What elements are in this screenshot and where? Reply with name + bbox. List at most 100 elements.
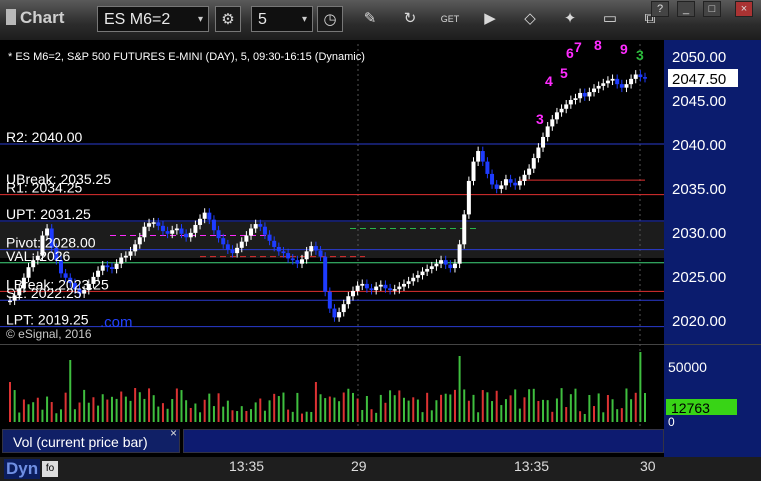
candle-body bbox=[480, 151, 485, 162]
candle-body bbox=[592, 88, 597, 93]
candle-body bbox=[295, 260, 300, 264]
volume-bar bbox=[393, 395, 396, 422]
volume-bar bbox=[583, 413, 586, 422]
volume-bar bbox=[324, 398, 327, 422]
volume-bar bbox=[444, 393, 447, 422]
volume-bar bbox=[634, 392, 637, 422]
candle-body bbox=[253, 224, 258, 229]
volume-bar bbox=[240, 406, 243, 422]
candle-body bbox=[249, 228, 254, 236]
volume-bar bbox=[268, 400, 271, 422]
volume-bar bbox=[620, 408, 623, 422]
volume-bar bbox=[110, 396, 113, 422]
volume-bar bbox=[301, 413, 304, 422]
candle-body bbox=[128, 251, 133, 256]
candle-body bbox=[429, 266, 434, 269]
candle-body bbox=[629, 78, 634, 85]
candle-body bbox=[300, 259, 305, 264]
current-volume: 12763 bbox=[671, 400, 710, 416]
volume-bar bbox=[593, 406, 596, 422]
candle-body bbox=[420, 271, 425, 276]
volume-bar bbox=[440, 394, 443, 422]
volume-bar bbox=[509, 395, 512, 422]
volume-bar bbox=[630, 399, 633, 422]
volume-bar bbox=[296, 392, 299, 422]
volume-study-strip bbox=[183, 429, 664, 453]
volume-bar bbox=[370, 409, 373, 422]
candle-body bbox=[476, 151, 481, 162]
candle-body bbox=[425, 268, 430, 272]
candle-body bbox=[147, 223, 152, 227]
volume-bar bbox=[537, 400, 540, 422]
dynamic-status[interactable]: Dyn bbox=[4, 459, 41, 479]
close-icon[interactable]: × bbox=[170, 426, 177, 440]
volume-bar bbox=[551, 411, 554, 422]
volume-bar bbox=[426, 392, 429, 422]
volume-bar bbox=[565, 407, 568, 422]
volume-bar bbox=[55, 413, 58, 422]
candle-body bbox=[471, 161, 476, 181]
candle-body bbox=[123, 255, 128, 258]
candle-body bbox=[457, 244, 462, 264]
candle-body bbox=[341, 304, 346, 313]
volume-bar bbox=[342, 392, 345, 422]
volume-bar bbox=[305, 411, 308, 422]
volume-bar bbox=[50, 402, 53, 422]
candle-body bbox=[286, 253, 291, 259]
candle-body bbox=[531, 158, 536, 169]
volume-bar bbox=[222, 406, 225, 422]
volume-bar bbox=[389, 390, 392, 422]
volume-bar bbox=[161, 403, 164, 422]
volume-bar bbox=[27, 404, 30, 422]
volume-bar bbox=[588, 394, 591, 422]
price-chart[interactable]: R2: 2040.00UBreak: 2035.25R1: 2034.25UPT… bbox=[0, 0, 761, 457]
volume-bar bbox=[333, 397, 336, 422]
volume-bar bbox=[523, 397, 526, 422]
candle-body bbox=[601, 83, 606, 86]
time-label: 29 bbox=[351, 458, 367, 474]
candle-body bbox=[304, 251, 309, 260]
candle-body bbox=[174, 228, 179, 231]
volume-study-label[interactable]: Vol (current price bar) bbox=[2, 429, 180, 453]
level-label: R2: 2040.00 bbox=[6, 129, 82, 145]
candle-body bbox=[137, 237, 142, 245]
volume-bar bbox=[273, 393, 276, 422]
candle-body bbox=[559, 108, 564, 113]
watermark-text: .com bbox=[100, 314, 133, 331]
volume-bar bbox=[616, 409, 619, 422]
volume-bar bbox=[152, 395, 155, 422]
candle-body bbox=[346, 296, 351, 305]
sequential-count: 6 bbox=[566, 45, 574, 61]
volume-bar bbox=[514, 389, 517, 422]
price-axis-label: 2050.00 bbox=[672, 49, 726, 66]
candle-body bbox=[485, 161, 490, 174]
volume-bar bbox=[124, 396, 127, 422]
volume-bar bbox=[458, 356, 461, 422]
candle-body bbox=[100, 265, 105, 271]
volume-bar bbox=[625, 388, 628, 422]
volume-bar bbox=[472, 394, 475, 422]
candle-body bbox=[109, 267, 114, 269]
candle-body bbox=[230, 249, 235, 254]
volume-bar bbox=[528, 389, 531, 422]
candle-body bbox=[401, 283, 406, 287]
volume-bar bbox=[597, 393, 600, 422]
volume-bar bbox=[579, 411, 582, 422]
candle-body bbox=[466, 180, 471, 215]
candle-body bbox=[165, 231, 170, 234]
font-icon[interactable]: fo bbox=[42, 461, 58, 477]
candle-body bbox=[587, 92, 592, 97]
volume-bar bbox=[328, 396, 331, 422]
candle-body bbox=[397, 286, 402, 290]
sequential-count: 3 bbox=[536, 111, 544, 127]
candle-body bbox=[156, 222, 161, 226]
volume-bar bbox=[351, 392, 354, 422]
candle-body bbox=[313, 246, 318, 251]
volume-bar bbox=[430, 410, 433, 422]
volume-bar bbox=[203, 399, 206, 422]
volume-bar bbox=[495, 390, 498, 422]
candle-body bbox=[462, 214, 467, 245]
volume-bar bbox=[319, 394, 322, 422]
candle-body bbox=[281, 251, 286, 254]
volume-bar bbox=[46, 396, 49, 422]
